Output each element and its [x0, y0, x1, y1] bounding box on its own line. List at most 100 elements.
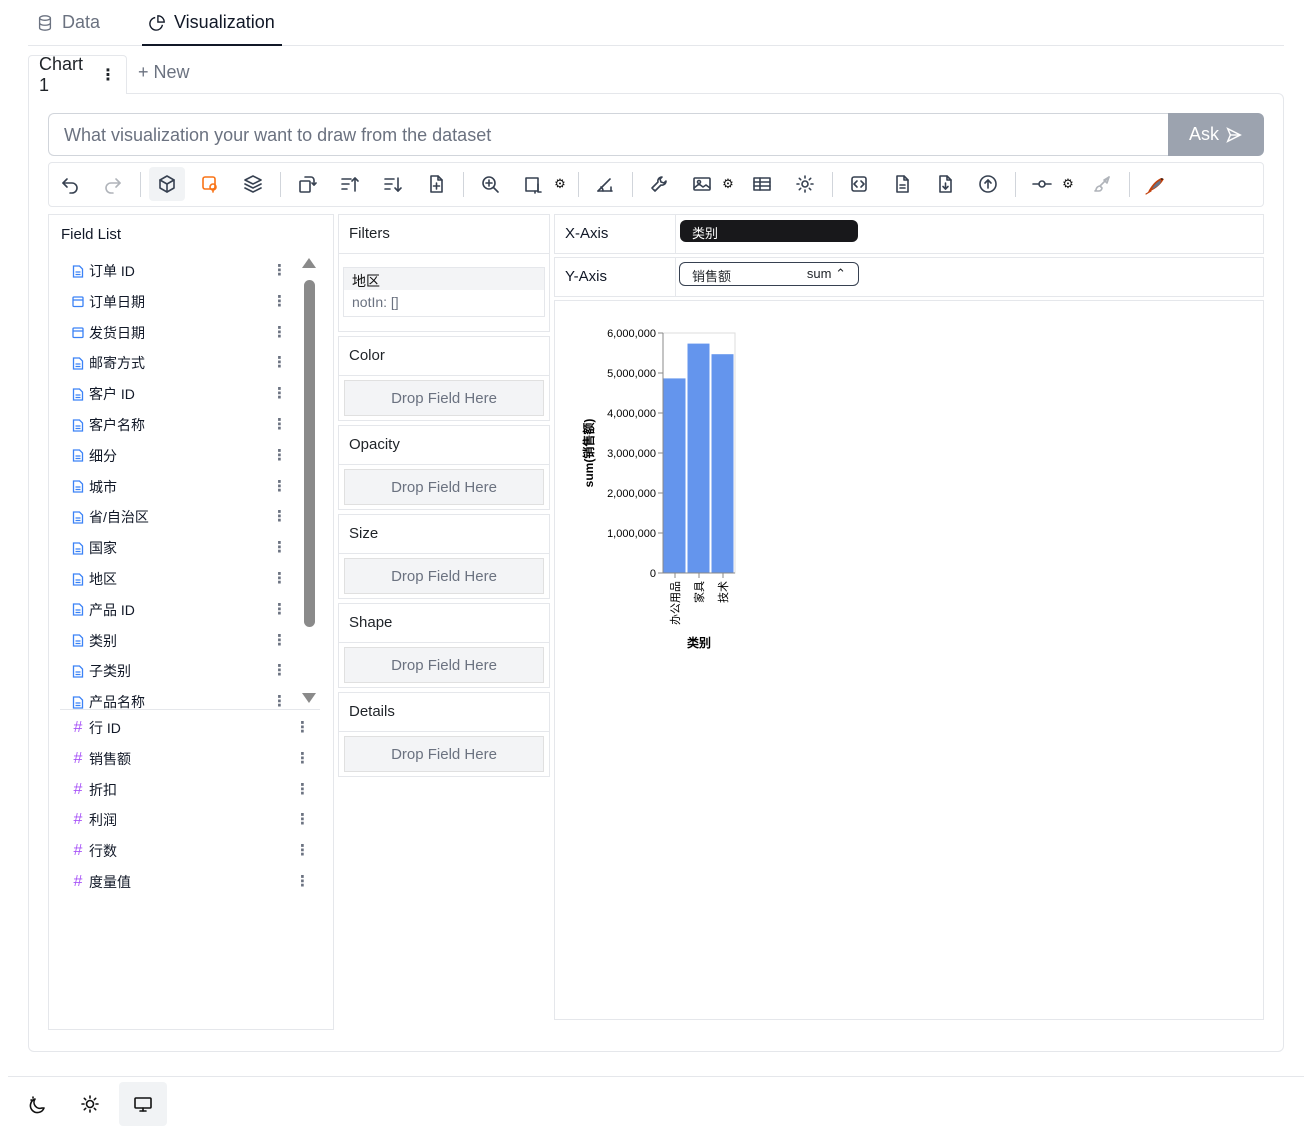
ask-input[interactable]: What visualization your want to draw fro… — [48, 113, 1169, 156]
more-vertical-icon[interactable]: ⋮ — [295, 872, 310, 892]
filter-chip[interactable]: 地区 notIn: [] — [343, 267, 545, 317]
lasso-button[interactable] — [192, 167, 228, 201]
wrench-button[interactable] — [641, 167, 677, 201]
settings-button[interactable] — [787, 167, 823, 201]
measure-field[interactable]: # 行数 — [72, 840, 117, 862]
measure-field[interactable]: # 折扣 — [72, 779, 117, 801]
dimension-field[interactable]: 发货日期 — [72, 322, 145, 344]
download-button[interactable] — [927, 167, 963, 201]
measure-field[interactable]: # 行 ID — [72, 717, 121, 739]
new-chart-tab[interactable]: + New — [138, 62, 190, 83]
brush-button[interactable] — [1084, 167, 1120, 201]
more-vertical-icon[interactable]: ⋮ — [272, 384, 287, 404]
image-button[interactable] — [684, 167, 720, 201]
more-vertical-icon[interactable]: ⋮ — [272, 323, 287, 343]
dimension-field[interactable]: 订单日期 — [72, 291, 145, 313]
toolbar-divider — [1015, 172, 1016, 197]
dark-mode-button[interactable] — [14, 1082, 62, 1126]
transpose-button[interactable] — [289, 167, 325, 201]
transpose-icon — [299, 176, 317, 193]
color-drop-zone[interactable]: Drop Field Here — [344, 380, 544, 416]
dimension-field[interactable]: 类别 — [72, 630, 117, 652]
tab-visualization[interactable]: Visualization — [142, 10, 282, 46]
scroll-thumb[interactable] — [304, 280, 315, 627]
sort-descending-button[interactable] — [375, 167, 411, 201]
dimension-field[interactable]: 客户 ID — [72, 383, 135, 405]
more-vertical-icon[interactable]: ⋮ — [272, 631, 287, 651]
tab-chart-1[interactable]: Chart 1 ⋮ — [28, 54, 127, 95]
more-vertical-icon[interactable]: ⋮ — [295, 841, 310, 861]
size-title: Size — [339, 515, 549, 554]
scroll-up-arrow-icon[interactable] — [302, 258, 316, 268]
dimension-field[interactable]: 子类别 — [72, 660, 131, 682]
app-logo[interactable] — [1138, 167, 1174, 201]
field-name: 类别 — [89, 632, 117, 649]
dimension-field[interactable]: 地区 — [72, 568, 117, 590]
dimension-field[interactable]: 邮寄方式 — [72, 352, 145, 374]
layers-button[interactable] — [235, 167, 271, 201]
size-box: Size Drop Field Here — [338, 514, 550, 599]
more-vertical-icon[interactable]: ⋮ — [295, 810, 310, 830]
y-axis-field-pill[interactable]: 销售额 sum ⌃ — [679, 262, 859, 286]
more-vertical-icon[interactable]: ⋮ — [272, 538, 287, 558]
resize-button[interactable] — [515, 167, 551, 201]
cube-button[interactable] — [149, 167, 185, 201]
measure-field[interactable]: # 销售额 — [72, 748, 131, 770]
more-vertical-icon[interactable]: ⋮ — [295, 749, 310, 769]
undo-button[interactable] — [52, 167, 88, 201]
more-vertical-icon[interactable]: ⋮ — [272, 415, 287, 435]
opacity-drop-zone[interactable]: Drop Field Here — [344, 469, 544, 505]
dimension-field[interactable]: 订单 ID — [72, 260, 135, 282]
redo-button[interactable] — [95, 167, 131, 201]
add-file-button[interactable] — [418, 167, 454, 201]
more-vertical-icon[interactable]: ⋮ — [272, 261, 287, 281]
dimension-field[interactable]: 细分 — [72, 445, 117, 467]
gear-icon[interactable]: ⚙ — [721, 177, 735, 191]
dimension-field[interactable]: 产品 ID — [72, 599, 135, 621]
measure-field[interactable]: # 度量值 — [72, 871, 131, 893]
brush-icon — [1094, 176, 1110, 192]
dimension-field[interactable]: 国家 — [72, 537, 117, 559]
system-mode-icon — [134, 1097, 152, 1112]
dimension-field[interactable]: 客户名称 — [72, 414, 145, 436]
gear-icon[interactable]: ⚙ — [553, 177, 567, 191]
gear-icon[interactable]: ⚙ — [1061, 177, 1075, 191]
more-vertical-icon[interactable]: ⋮ — [272, 353, 287, 373]
details-drop-zone[interactable]: Drop Field Here — [344, 736, 544, 772]
bar — [687, 343, 710, 573]
file-icon — [72, 388, 84, 401]
more-vertical-icon[interactable]: ⋮ — [295, 780, 310, 800]
x-axis-field-pill[interactable]: 类别 — [680, 220, 858, 242]
more-vertical-icon[interactable]: ⋮ — [272, 292, 287, 312]
file-button[interactable] — [884, 167, 920, 201]
more-vertical-icon[interactable]: ⋮ — [272, 600, 287, 620]
field-name: 订单日期 — [89, 293, 145, 310]
upload-button[interactable] — [970, 167, 1006, 201]
sort-ascending-button[interactable] — [332, 167, 368, 201]
more-vertical-icon[interactable]: ⋮ — [272, 661, 287, 681]
zoom-button[interactable] — [472, 167, 508, 201]
axes-button[interactable] — [587, 167, 623, 201]
tab-data[interactable]: Data — [30, 10, 106, 46]
measure-field[interactable]: # 利润 — [72, 809, 117, 831]
shape-drop-zone[interactable]: Drop Field Here — [344, 647, 544, 683]
more-vertical-icon[interactable]: ⋮ — [100, 65, 116, 85]
commit-button[interactable] — [1024, 167, 1060, 201]
more-vertical-icon[interactable]: ⋮ — [272, 507, 287, 527]
more-vertical-icon[interactable]: ⋮ — [295, 718, 310, 738]
more-vertical-icon[interactable]: ⋮ — [272, 569, 287, 589]
size-drop-zone[interactable]: Drop Field Here — [344, 558, 544, 594]
more-vertical-icon[interactable]: ⋮ — [272, 446, 287, 466]
table-button[interactable] — [744, 167, 780, 201]
system-mode-button[interactable] — [119, 1082, 167, 1126]
file-icon — [72, 511, 84, 524]
scroll-down-arrow-icon[interactable] — [302, 693, 316, 703]
field-name: 行数 — [89, 843, 117, 860]
more-vertical-icon[interactable]: ⋮ — [272, 477, 287, 497]
dimension-field[interactable]: 省/自治区 — [72, 506, 149, 528]
aggregation-select[interactable]: sum ⌃ — [807, 266, 846, 282]
dimension-field[interactable]: 城市 — [72, 476, 117, 498]
light-mode-button[interactable] — [66, 1082, 114, 1126]
ask-button[interactable]: Ask — [1168, 113, 1264, 156]
code-button[interactable] — [841, 167, 877, 201]
